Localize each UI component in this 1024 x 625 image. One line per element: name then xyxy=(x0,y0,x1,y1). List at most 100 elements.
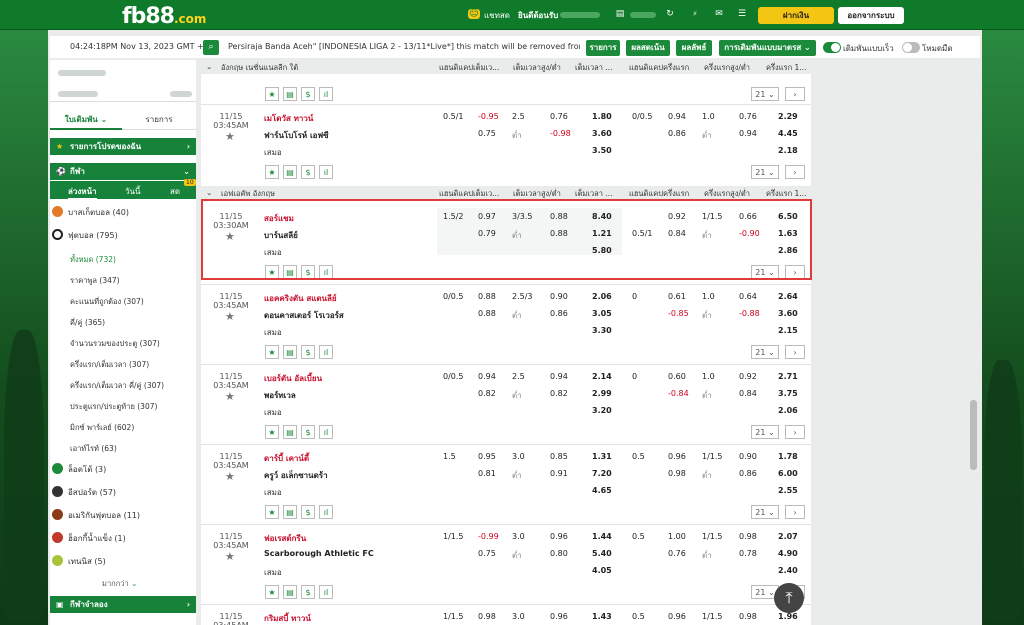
detail-icon[interactable]: ▤ xyxy=(283,425,297,439)
odds-home-win[interactable]: 1.31 xyxy=(592,452,612,461)
odds-home-win[interactable]: 1.44 xyxy=(592,532,612,541)
odds-over[interactable]: 0.94 xyxy=(550,372,568,381)
odds-fh-under[interactable]: 0.94 xyxy=(739,129,757,138)
odds-fh-away-win[interactable]: 6.00 xyxy=(778,469,798,478)
sport-american-football[interactable]: อเมริกันฟุตบอล (11) xyxy=(52,508,140,524)
dollar-icon[interactable]: $ xyxy=(301,585,315,599)
odds-draw[interactable]: 3.30 xyxy=(592,326,612,335)
odds-hdp-home[interactable]: 0.95 xyxy=(478,452,496,461)
more-markets-select[interactable]: 21 ⌄ xyxy=(751,425,779,439)
odds-fh-home[interactable]: 0.60 xyxy=(668,372,686,381)
search-icon[interactable]: ⌕ xyxy=(203,40,219,55)
odds-hdp-away[interactable]: 0.75 xyxy=(478,129,496,138)
odds-home-win[interactable]: 1.80 xyxy=(592,112,612,121)
odds-fh-under[interactable]: -0.88 xyxy=(739,309,760,318)
sport-esports[interactable]: อีสปอร์ต (57) xyxy=(52,485,116,501)
odds-draw[interactable]: 3.20 xyxy=(592,406,612,415)
more-markets-select[interactable]: 21 ⌄ xyxy=(751,87,779,101)
odds-fh-draw[interactable]: 2.06 xyxy=(778,406,798,415)
odds-fh-over[interactable]: 0.92 xyxy=(739,372,757,381)
odds-fh-draw[interactable]: 2.55 xyxy=(778,486,798,495)
odds-fh-over[interactable]: 0.64 xyxy=(739,292,757,301)
favorite-star-icon[interactable]: ★ xyxy=(265,87,279,101)
odds-fh-home-win[interactable]: 2.64 xyxy=(778,292,798,301)
more-markets-select[interactable]: 21 ⌄ xyxy=(751,505,779,519)
stats-icon[interactable]: ıl xyxy=(319,345,333,359)
quick-bet-toggle[interactable] xyxy=(823,42,841,53)
home-team[interactable]: กริมสบี้ ทาวน์ xyxy=(264,612,311,625)
detail-icon[interactable]: ▤ xyxy=(283,165,297,179)
dollar-icon[interactable]: $ xyxy=(301,345,315,359)
favorite-star-icon[interactable]: ★ xyxy=(265,585,279,599)
odds-fh-home[interactable]: 1.00 xyxy=(668,532,686,541)
odds-fh-draw[interactable]: 2.15 xyxy=(778,326,798,335)
odds-draw[interactable]: 3.50 xyxy=(592,146,612,155)
promo-icon[interactable]: ⚡ xyxy=(686,9,704,19)
odds-under[interactable]: 0.86 xyxy=(550,309,568,318)
odds-hdp-away[interactable]: 0.82 xyxy=(478,389,496,398)
odds-hdp-home[interactable]: -0.95 xyxy=(478,112,499,121)
more-markets-select[interactable]: 21 ⌄ xyxy=(751,165,779,179)
odds-fh-home-win[interactable]: 2.29 xyxy=(778,112,798,121)
subtab-early[interactable]: ล่วงหน้า xyxy=(68,185,97,200)
sport-basketball[interactable]: บาสเก็ตบอล (40) xyxy=(52,205,129,221)
odds-fh-away-win[interactable]: 4.45 xyxy=(778,129,798,138)
odds-away-win[interactable]: 5.40 xyxy=(592,549,612,558)
stats-icon[interactable]: ıl xyxy=(319,87,333,101)
odds-fh-away-win[interactable]: 3.75 xyxy=(778,389,798,398)
detail-icon[interactable]: ▤ xyxy=(283,87,297,101)
odds-fh-home[interactable]: 0.96 xyxy=(668,452,686,461)
football-sub-6[interactable]: ครึ่งแรก/เต็มเวลา คี่/คู่ (307) xyxy=(70,380,164,392)
home-team[interactable]: เบอร์ตัน อัลเบี้ยน xyxy=(264,372,322,385)
odds-fh-under[interactable]: 0.78 xyxy=(739,549,757,558)
detail-icon[interactable]: ▤ xyxy=(283,585,297,599)
home-team[interactable]: ดาร์บี้ เคาน์ตี้ xyxy=(264,452,309,465)
odds-draw[interactable]: 4.65 xyxy=(592,486,612,495)
detail-icon[interactable]: ▤ xyxy=(283,505,297,519)
dollar-icon[interactable]: $ xyxy=(301,425,315,439)
football-sub-4[interactable]: จำนวนรวมของประตู (307) xyxy=(70,338,160,350)
odds-fh-away[interactable]: 0.98 xyxy=(668,469,686,478)
chat-icon[interactable]: ☺ xyxy=(468,9,480,19)
football-sub-3[interactable]: คี่/คู่ (365) xyxy=(70,317,105,329)
odds-fh-away[interactable]: -0.84 xyxy=(668,389,689,398)
deposit-button[interactable]: ฝากเงิน xyxy=(758,7,834,24)
league-header[interactable]: ⌄ อังกฤษ เนชั่นแนลลีก ใต้ แฮนดิแคปเต็มเว… xyxy=(201,60,811,74)
odds-fh-away[interactable]: 0.86 xyxy=(668,129,686,138)
odds-fh-home-win[interactable]: 1.96 xyxy=(778,612,798,621)
more-markets-select[interactable]: 21 ⌄ xyxy=(751,345,779,359)
favorites-bar[interactable]: ★ รายการโปรดของฉัน › xyxy=(50,138,196,155)
football-sub-1[interactable]: ราคาพูล (347) xyxy=(70,275,120,287)
detail-icon[interactable]: ▤ xyxy=(283,345,297,359)
favorite-star-icon[interactable]: ★ xyxy=(265,165,279,179)
rules-button[interactable]: รายการ xyxy=(586,40,620,56)
odds-type-select[interactable]: การเดิมพันแบบมาตรส ⌄ xyxy=(719,40,816,56)
football-sub-7[interactable]: ประตูแรก/ประตูท้าย (307) xyxy=(70,401,157,413)
stats-icon[interactable]: ıl xyxy=(319,165,333,179)
subtab-live[interactable]: สด xyxy=(170,185,180,198)
odds-under[interactable]: -0.98 xyxy=(550,129,571,138)
tab-betslip[interactable]: ใบเดิมพัน ⌄ xyxy=(50,110,122,130)
odds-fh-under[interactable]: 0.86 xyxy=(739,469,757,478)
odds-fh-home-win[interactable]: 1.78 xyxy=(778,452,798,461)
odds-fh-draw[interactable]: 2.40 xyxy=(778,566,798,575)
football-sub-5[interactable]: ครึ่งแรก/เต็มเวลา (307) xyxy=(70,359,149,371)
sport-lotto[interactable]: ล็อตโต้ (3) xyxy=(52,462,106,478)
away-team[interactable]: พอร์ทเวล xyxy=(264,389,296,402)
odds-over[interactable]: 0.96 xyxy=(550,532,568,541)
football-sub-2[interactable]: คะแนนที่ถูกต้อง (307) xyxy=(70,296,144,308)
odds-fh-away-win[interactable]: 3.60 xyxy=(778,309,798,318)
logout-button[interactable]: ออกจากระบบ xyxy=(838,7,904,24)
away-team[interactable]: ดอนคาสเตอร์ โรเวอร์ส xyxy=(264,309,344,322)
odds-fh-over[interactable]: 0.98 xyxy=(739,612,757,621)
odds-home-win[interactable]: 1.43 xyxy=(592,612,612,621)
odds-hdp-home[interactable]: 0.88 xyxy=(478,292,496,301)
sports-bar[interactable]: ⚽ กีฬา ⌄ xyxy=(50,163,196,180)
football-sub-all[interactable]: ทั้งหมด (732) xyxy=(70,254,116,266)
odds-under[interactable]: 0.91 xyxy=(550,469,568,478)
list-icon[interactable]: ☰ xyxy=(736,9,748,19)
odds-home-win[interactable]: 2.06 xyxy=(592,292,612,301)
site-logo[interactable]: fb88.com xyxy=(122,4,206,29)
favorite-star-icon[interactable]: ★ xyxy=(225,550,235,563)
scroll-top-button[interactable]: ⤒ xyxy=(774,583,804,613)
